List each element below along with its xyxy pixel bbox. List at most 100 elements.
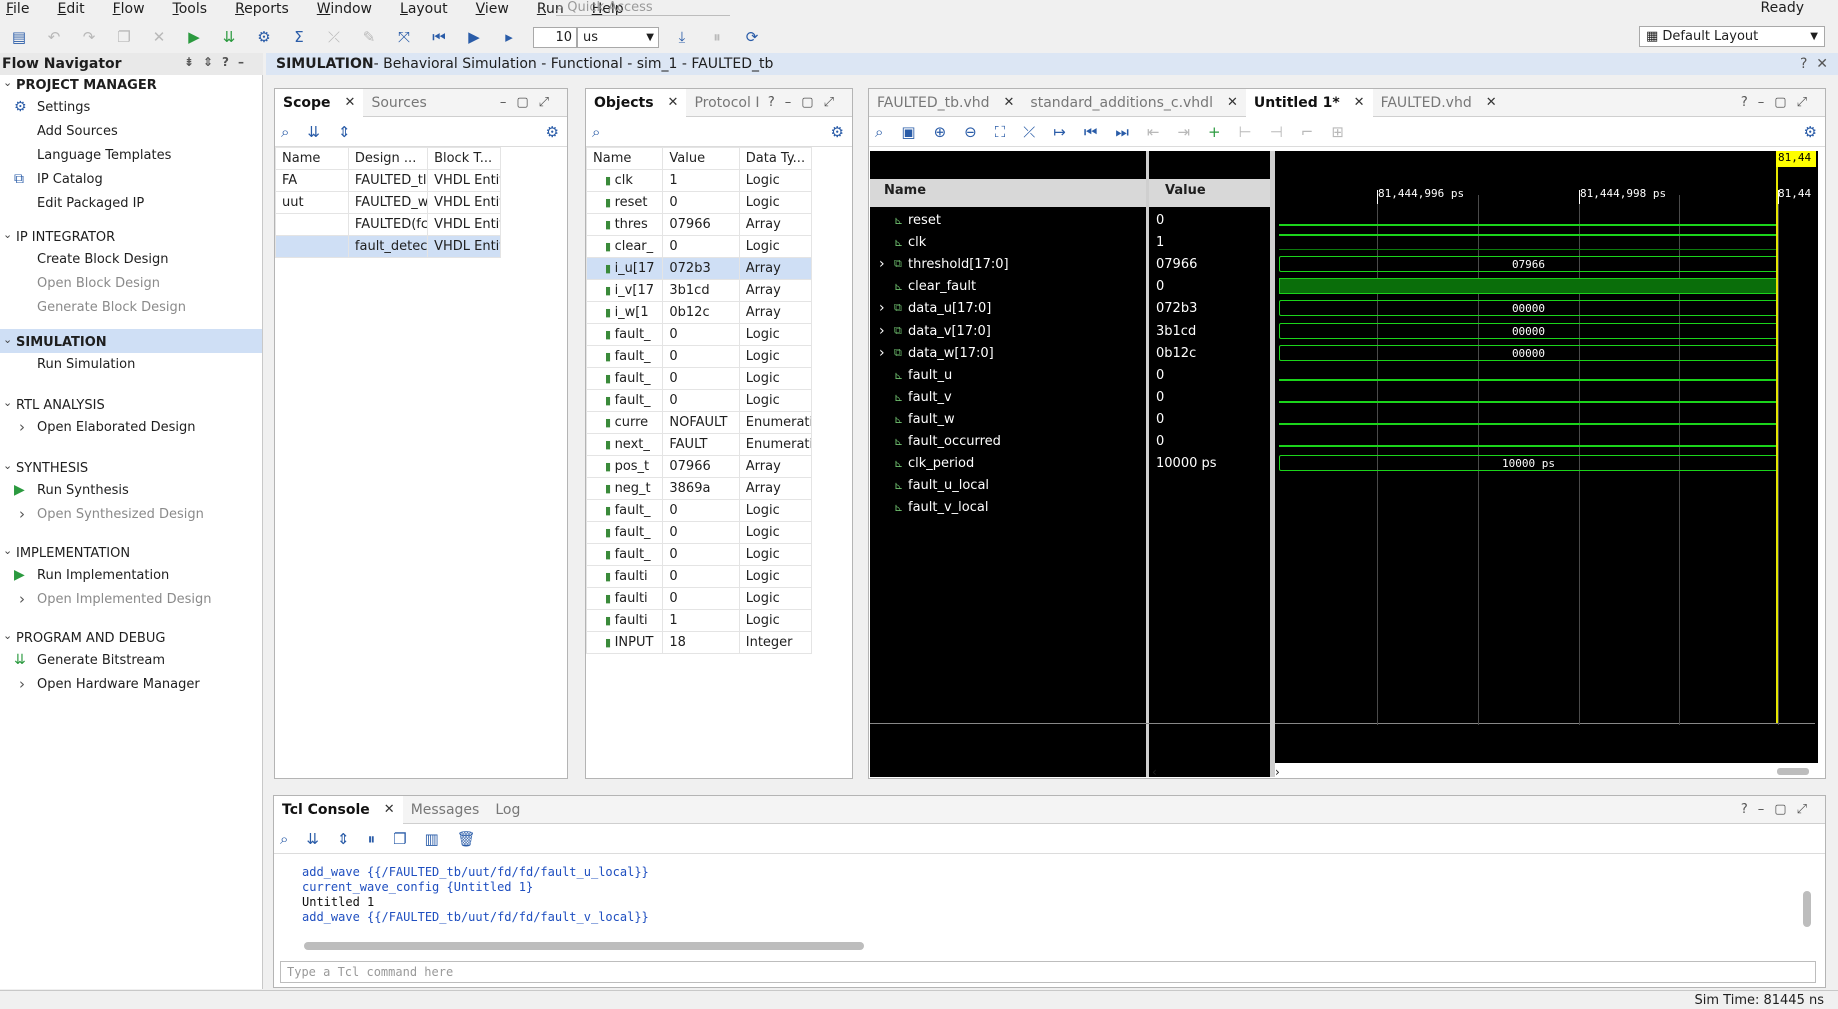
flow-item-open-implemented-design[interactable]: Open Implemented Design xyxy=(37,592,211,607)
waveform-trace[interactable] xyxy=(1279,411,1778,425)
gear-icon[interactable]: ⚙ xyxy=(546,123,559,141)
flow-item-generate-block-design[interactable]: Generate Block Design xyxy=(37,300,186,315)
auto-connect-icon[interactable]: ⤫ xyxy=(323,26,345,48)
wave-hscrollbar[interactable] xyxy=(1777,768,1809,775)
section-chevron-icon[interactable]: ⌄ xyxy=(3,629,12,642)
table-row[interactable]: ▮ clear_ 0 Logic xyxy=(585,235,813,258)
relaunch-icon[interactable]: ⟳ xyxy=(741,26,763,48)
close-icon[interactable]: ✕ xyxy=(384,802,395,817)
table-row[interactable]: ▮ curre NOFAULT Enumeratic xyxy=(585,411,813,434)
collapse-all-icon[interactable]: ⇊ xyxy=(307,123,320,141)
menu-edit[interactable]: Edit xyxy=(51,1,84,17)
next-marker-icon[interactable]: ⊣ xyxy=(1270,123,1283,141)
gear-icon[interactable]: ⚙ xyxy=(831,123,844,141)
menu-reports[interactable]: Reports xyxy=(229,1,289,17)
expand-chevron-icon[interactable]: › xyxy=(879,297,885,319)
redo-icon[interactable]: ↷ xyxy=(78,26,100,48)
prev-marker-icon[interactable]: ⊢ xyxy=(1239,123,1252,141)
goto-cursor-icon[interactable]: ↦ xyxy=(1053,123,1066,141)
search-icon[interactable]: ⌕ xyxy=(875,123,883,141)
expand-chevron-icon[interactable]: › xyxy=(879,342,885,364)
next-transition-icon[interactable]: ⇥ xyxy=(1177,123,1190,141)
section-program-and-debug[interactable]: PROGRAM AND DEBUG xyxy=(16,631,165,646)
undo-icon[interactable]: ↶ xyxy=(43,26,65,48)
wave-signal-name[interactable]: fault_u xyxy=(908,364,952,386)
table-row[interactable]: ▮ faulti 0 Logic xyxy=(585,565,813,588)
run-time-value[interactable]: 10 xyxy=(533,26,577,48)
wave-signal-name[interactable]: fault_u_local xyxy=(908,474,989,496)
trash-icon[interactable]: 🗑 xyxy=(457,830,476,848)
table-row[interactable]: FAULTED(fc VHDL Entity xyxy=(275,213,501,236)
tab-tcl-console[interactable]: Tcl Console ✕ xyxy=(274,795,403,824)
column-header[interactable]: Data Ty... xyxy=(738,147,813,170)
section-synthesis[interactable]: SYNTHESIS xyxy=(16,461,88,476)
step-icon[interactable]: ⤓ xyxy=(671,26,693,48)
layout-select[interactable]: ▦ Default Layout ▼ xyxy=(1639,26,1825,47)
table-row[interactable]: ▮ i_u[17 072b3 Array xyxy=(585,257,813,280)
table-row[interactable]: ▮ pos_t 07966 Array xyxy=(585,455,813,478)
flow-item-open-hardware-manager[interactable]: Open Hardware Manager xyxy=(37,677,200,692)
wave-signal-name[interactable]: fault_occurred xyxy=(908,430,1001,452)
chevron-right-icon[interactable]: › xyxy=(19,505,25,523)
waveform-trace[interactable]: 00000 xyxy=(1279,300,1778,316)
flow-item-edit-packaged-ip[interactable]: Edit Packaged IP xyxy=(37,196,144,211)
sigma-icon[interactable]: Σ xyxy=(288,26,310,48)
window-controls-icon[interactable]: ?–▢⤢ xyxy=(1741,802,1817,817)
table-row[interactable]: ▮ fault_ 0 Logic xyxy=(585,521,813,544)
search-icon[interactable]: ⌕ xyxy=(592,123,600,141)
expand-all-icon[interactable]: ⇕ xyxy=(337,830,350,848)
run-for-icon[interactable]: ▸ xyxy=(498,26,520,48)
zoom-cursor-icon[interactable]: ⤫ xyxy=(1023,123,1035,141)
chevron-right-icon[interactable]: › xyxy=(19,418,25,436)
section-implementation[interactable]: IMPLEMENTATION xyxy=(16,546,130,561)
delete-icon[interactable]: ✕ xyxy=(148,26,170,48)
flow-item-language-templates[interactable]: Language Templates xyxy=(37,148,171,163)
table-row[interactable]: ▮ thres 07966 Array xyxy=(585,213,813,236)
tab-sources[interactable]: Sources xyxy=(363,89,434,117)
waveform-trace[interactable]: 00000 xyxy=(1279,323,1778,339)
waveform-trace[interactable] xyxy=(1279,212,1778,226)
tab-faulted-vhd[interactable]: FAULTED.vhd ✕ xyxy=(1373,89,1505,117)
quick-access-input[interactable]: ⌕ Quick Access xyxy=(556,0,730,16)
save-icon[interactable]: ▣ xyxy=(901,123,915,141)
wave-signal-name[interactable]: clear_fault xyxy=(908,275,976,297)
tab-objects[interactable]: Objects ✕ xyxy=(586,88,687,117)
menu-layout[interactable]: Layout xyxy=(394,1,448,17)
close-icon[interactable]: ✕ xyxy=(1486,95,1497,110)
wave-signal-name[interactable]: fault_v_local xyxy=(908,496,988,518)
settings-icon[interactable]: ⚙ xyxy=(253,26,275,48)
wave-signal-name[interactable]: fault_w xyxy=(908,408,955,430)
value-scroll-arrows[interactable]: ‹ › xyxy=(1152,765,1280,779)
flow-item-open-synthesized-design[interactable]: Open Synthesized Design xyxy=(37,507,204,522)
expand-all-icon[interactable]: ⇕ xyxy=(338,123,351,141)
waveform-trace[interactable] xyxy=(1279,234,1778,250)
add-marker-icon[interactable]: + xyxy=(1208,123,1221,141)
pause-icon[interactable]: ⏸ xyxy=(706,26,728,48)
section-chevron-icon[interactable]: ⌄ xyxy=(3,333,12,346)
run-time-unit-select[interactable]: us ▼ xyxy=(577,26,659,48)
table-row[interactable]: ▮ fault_ 0 Logic xyxy=(585,367,813,390)
column-header[interactable]: Name xyxy=(275,147,349,170)
section-chevron-icon[interactable]: ⌄ xyxy=(3,76,12,89)
cursor-line[interactable] xyxy=(1776,151,1778,723)
section-chevron-icon[interactable]: ⌄ xyxy=(3,459,12,472)
table-row[interactable]: ▮ neg_t 3869a Array xyxy=(585,477,813,500)
goto-end-icon[interactable]: ⏭ xyxy=(1115,123,1129,141)
flow-item-run-simulation[interactable]: Run Simulation xyxy=(37,357,135,372)
table-row[interactable]: ▮ i_v[17 3b1cd Array xyxy=(585,279,813,302)
run-icon[interactable]: ▶ xyxy=(183,26,205,48)
goto-start-icon[interactable]: ⏮ xyxy=(1084,123,1098,141)
tab-messages[interactable]: Messages xyxy=(403,796,488,824)
generate-bitstream-icon[interactable]: ⇊ xyxy=(14,652,26,668)
flow-nav-controls-icon[interactable]: ⇟⇕?– xyxy=(184,55,253,69)
close-icon[interactable]: ✕ xyxy=(668,95,679,110)
copy-icon[interactable]: ❐ xyxy=(393,830,406,848)
waveform-trace[interactable] xyxy=(1279,433,1778,447)
table-row[interactable]: FA FAULTED_tl VHDL Entity xyxy=(275,169,501,192)
reset-sim-icon[interactable]: ⤧ xyxy=(393,26,415,48)
section-chevron-icon[interactable]: ⌄ xyxy=(3,396,12,409)
wave-signal-name[interactable]: data_v[17:0] xyxy=(908,320,991,342)
tab-protocol-i[interactable]: Protocol I xyxy=(686,89,767,117)
prev-transition-icon[interactable]: ⇤ xyxy=(1147,123,1160,141)
section-project-manager[interactable]: PROJECT MANAGER xyxy=(16,78,157,93)
